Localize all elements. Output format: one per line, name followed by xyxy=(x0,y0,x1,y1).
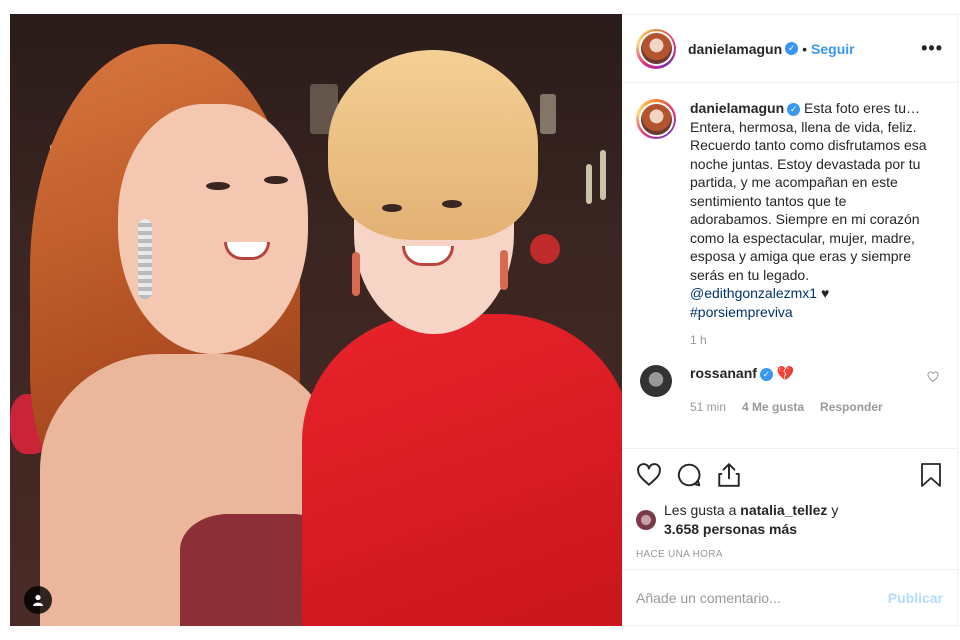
hashtag-link[interactable]: #porsiempreviva xyxy=(690,304,793,320)
verified-icon: ✓ xyxy=(787,102,801,116)
liker-avatar[interactable] xyxy=(636,510,656,530)
header-username[interactable]: danielamagun xyxy=(688,41,782,57)
comment-like-icon[interactable] xyxy=(927,371,939,386)
reply-button[interactable]: Responder xyxy=(820,400,883,414)
likes-prefix: Les gusta a xyxy=(664,502,741,518)
publish-button[interactable]: Publicar xyxy=(888,590,943,606)
bookmark-icon[interactable] xyxy=(919,462,943,488)
likes-middle: y xyxy=(827,502,839,518)
separator: • xyxy=(802,40,808,57)
caption: danielamagun ✓ Esta foto eres tu… Entera,… xyxy=(636,99,943,321)
post-timestamp[interactable]: HACE UNA HORA xyxy=(636,549,943,560)
heart-icon[interactable] xyxy=(636,462,662,488)
heart-emoji: ♥ xyxy=(820,285,830,301)
caption-text: Esta foto eres tu… Entera, hermosa, llen… xyxy=(690,100,927,283)
mention-link[interactable]: @edithgonzalezmx1 xyxy=(690,285,817,301)
liker-username[interactable]: natalia_tellez xyxy=(740,502,827,518)
post-panel: danielamagun ✓ • Seguir ••• danielamagun… xyxy=(622,14,958,626)
follow-button[interactable]: Seguir xyxy=(811,41,855,57)
post-header: danielamagun ✓ • Seguir ••• xyxy=(622,15,957,83)
comment-username[interactable]: rossananf xyxy=(690,365,757,381)
comment-avatar[interactable] xyxy=(640,365,672,397)
post-photo[interactable] xyxy=(10,14,622,626)
share-icon[interactable] xyxy=(716,462,742,488)
comment-input[interactable]: Añade un comentario... xyxy=(636,590,781,606)
comment-likes[interactable]: 4 Me gusta xyxy=(742,400,804,414)
verified-icon: ✓ xyxy=(785,42,799,55)
verified-icon: ✓ xyxy=(759,367,773,381)
likes-count[interactable]: 3.658 personas más xyxy=(664,521,797,537)
comment-time[interactable]: 51 min xyxy=(690,400,726,414)
comment-text: 💔 xyxy=(776,365,795,381)
caption-avatar[interactable] xyxy=(636,99,676,139)
caption-time[interactable]: 1 h xyxy=(690,333,943,347)
more-icon[interactable]: ••• xyxy=(921,38,943,59)
caption-username[interactable]: danielamagun xyxy=(690,100,784,116)
avatar[interactable] xyxy=(636,28,676,69)
add-comment-bar: Añade un comentario... Publicar xyxy=(622,569,957,625)
likes-summary: Les gusta a natalia_tellez y 3.658 perso… xyxy=(636,501,943,539)
comments-section[interactable]: danielamagun ✓ Esta foto eres tu… Entera,… xyxy=(622,83,957,448)
comment-icon[interactable] xyxy=(676,462,702,488)
user-tag-icon[interactable] xyxy=(24,586,52,614)
comment-item: rossananf ✓ 💔 51 min 4 Me gusta Responder xyxy=(636,365,943,414)
